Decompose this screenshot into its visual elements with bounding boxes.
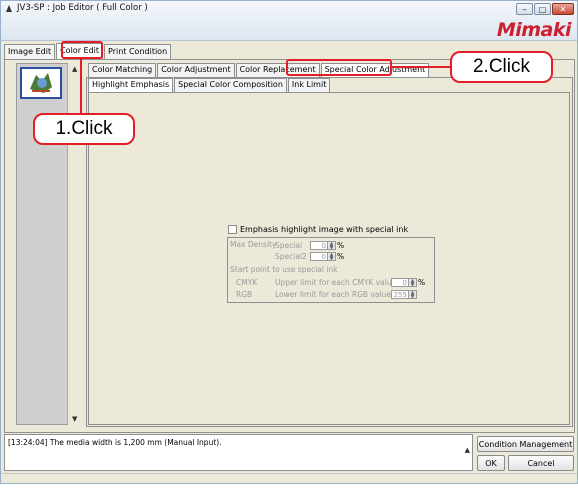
image-thumbnail[interactable] xyxy=(20,67,62,99)
tab-color-adjustment[interactable]: Color Adjustment xyxy=(157,63,235,77)
tab-print-condition[interactable]: Print Condition xyxy=(104,44,172,59)
scroll-up-icon[interactable]: ▲ xyxy=(72,65,77,73)
special-color-tab-highlight xyxy=(286,59,392,76)
spinner-arrows-icon[interactable]: ▲ ▼ xyxy=(409,290,417,300)
emphasis-checkbox[interactable] xyxy=(228,225,237,234)
status-bar xyxy=(1,473,577,483)
rgb-label: RGB xyxy=(236,290,253,299)
color-edit-highlight xyxy=(61,41,103,59)
rgb-desc: Lower limit for each RGB value xyxy=(275,290,391,299)
special-stepper[interactable]: 0 ▲ ▼ % xyxy=(310,241,345,251)
tab-ink-limit[interactable]: Ink Limit xyxy=(287,78,331,92)
tab-highlight-emphasis[interactable]: Highlight Emphasis xyxy=(88,78,174,92)
rgb-value[interactable]: 255 xyxy=(391,290,409,299)
callout-1: 1.Click xyxy=(33,113,135,145)
mimaki-logo: Mimaki xyxy=(496,19,572,41)
cmyk-stepper[interactable]: 0 ▲ ▼ % xyxy=(391,278,426,288)
start-point-label: Start point to use special ink xyxy=(230,265,338,274)
close-button[interactable]: ✕ xyxy=(552,3,574,15)
rgb-stepper[interactable]: 255 ▲ ▼ xyxy=(391,290,417,300)
cmyk-label: CMYK xyxy=(236,278,258,287)
cancel-button[interactable]: Cancel xyxy=(508,455,574,471)
thumbnail-image xyxy=(22,69,60,97)
cmyk-value[interactable]: 0 xyxy=(391,278,409,287)
emphasis-checkbox-row[interactable]: Emphasis highlight image with special in… xyxy=(228,225,408,234)
ok-button[interactable]: OK xyxy=(477,455,505,471)
spinner-arrows-icon[interactable]: ▲ ▼ xyxy=(328,241,336,251)
special2-stepper[interactable]: 0 ▲ ▼ % xyxy=(310,252,345,262)
emphasis-checkbox-label: Emphasis highlight image with special in… xyxy=(240,225,409,234)
special-percent: % xyxy=(337,241,345,250)
cmyk-desc: Upper limit for each CMYK value xyxy=(275,278,397,287)
app-icon xyxy=(6,5,12,12)
max-density-label: Max Density xyxy=(230,240,277,249)
highlight-settings: Max Density Special 0 ▲ ▼ % Special2 0 ▲ ▼… xyxy=(227,237,435,303)
special2-label: Special2 xyxy=(275,252,307,261)
minimize-button[interactable]: ‒ xyxy=(516,3,533,15)
special-value[interactable]: 0 xyxy=(310,241,328,250)
spinner-arrows-icon[interactable]: ▲ ▼ xyxy=(409,278,417,288)
callout-2: 2.Click xyxy=(450,51,553,83)
spinner-arrows-icon[interactable]: ▲ ▼ xyxy=(328,252,336,262)
special2-value[interactable]: 0 xyxy=(310,252,328,261)
window-title: JV3-SP : Job Editor ( Full Color ) xyxy=(17,3,148,13)
special-tabs: Highlight Emphasis Special Color Composi… xyxy=(88,78,331,92)
message-log[interactable]: [13:24:04] The media width is 1,200 mm (… xyxy=(4,434,473,480)
scroll-down-icon[interactable]: ▼ xyxy=(72,415,77,423)
title-bar: JV3-SP : Job Editor ( Full Color ) ‒ □ ✕… xyxy=(1,1,577,41)
log-message: [13:24:04] The media width is 1,200 mm (… xyxy=(8,438,222,447)
tab-image-edit[interactable]: Image Edit xyxy=(4,44,56,59)
special2-percent: % xyxy=(337,252,345,261)
special-label: Special xyxy=(275,241,303,250)
tab-color-matching[interactable]: Color Matching xyxy=(88,63,157,77)
tab-special-color-composition[interactable]: Special Color Composition xyxy=(174,78,287,92)
maximize-button[interactable]: □ xyxy=(534,3,551,15)
callout-2-leader xyxy=(392,66,452,68)
callout-1-leader xyxy=(80,59,82,115)
condition-management-button[interactable]: Condition Management xyxy=(477,436,574,452)
brand-text: Mimaki xyxy=(496,19,572,41)
cmyk-percent: % xyxy=(418,278,426,287)
